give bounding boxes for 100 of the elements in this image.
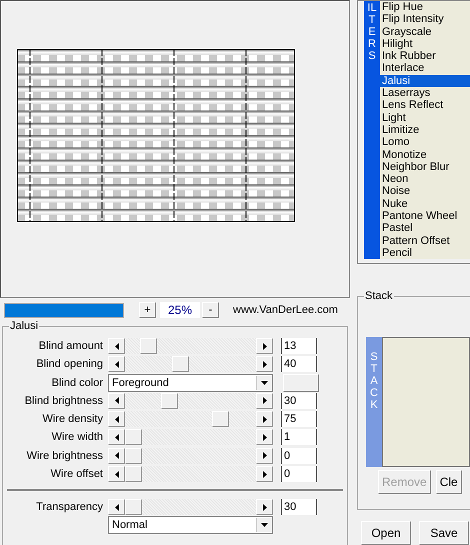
filter-item[interactable]: Interlace <box>380 62 470 75</box>
value-field[interactable]: 0 <box>281 448 317 464</box>
slider-track[interactable] <box>108 411 273 428</box>
slider-track[interactable] <box>108 429 273 446</box>
left-arrow-icon <box>114 452 118 460</box>
filter-item[interactable]: Noise <box>380 185 470 198</box>
zoom-out-button[interactable]: - <box>202 302 219 318</box>
right-arrow-icon <box>262 416 266 423</box>
scroll-left-button[interactable] <box>108 338 125 354</box>
group-title: Stack <box>364 290 394 302</box>
filter-item[interactable]: Limitize <box>380 124 470 136</box>
dialog-button[interactable]: Open <box>361 521 411 545</box>
scroll-right-button[interactable] <box>256 411 273 428</box>
value-field[interactable]: 75 <box>281 411 317 428</box>
scroll-right-button[interactable] <box>256 429 273 446</box>
scroll-right-button[interactable] <box>256 392 273 409</box>
filter-item[interactable]: Lens Reflect <box>380 99 470 112</box>
setting-label: Blind opening <box>35 358 104 370</box>
slider-track[interactable] <box>108 466 273 482</box>
filter-item[interactable]: Ink Rubber <box>380 50 470 62</box>
slider-track[interactable] <box>108 392 273 409</box>
setting-label: Wire offset <box>50 468 104 480</box>
caret-icon <box>261 523 268 528</box>
left-arrow-icon <box>114 397 118 404</box>
zoom-in-button[interactable]: + <box>139 302 156 318</box>
slider-thumb[interactable] <box>212 411 229 428</box>
filter-item[interactable]: Pattern Offset <box>380 234 470 247</box>
filter-item[interactable]: Grayscale <box>380 26 470 38</box>
filter-item[interactable]: Jalusi <box>380 74 470 88</box>
slider-thumb[interactable] <box>172 356 190 372</box>
dropdown[interactable]: Normal <box>108 516 273 534</box>
value-field[interactable]: 1 <box>281 429 317 446</box>
scroll-left-button[interactable] <box>108 411 125 428</box>
setting-label: Blind amount <box>38 340 104 352</box>
scroll-left-button[interactable] <box>108 429 125 446</box>
filter-item[interactable]: Lomo <box>380 136 470 149</box>
scroll-left-button[interactable] <box>108 499 125 516</box>
value-field[interactable]: 0 <box>281 466 317 482</box>
slider-thumb[interactable] <box>125 448 142 464</box>
value-field[interactable]: 30 <box>281 499 317 516</box>
right-arrow-icon <box>262 360 266 368</box>
scroll-right-button[interactable] <box>256 466 273 482</box>
slider-track[interactable] <box>108 356 273 372</box>
zoom-value: 25% <box>160 302 200 318</box>
stack-button[interactable]: Cle <box>436 470 462 494</box>
slider-track[interactable] <box>108 448 273 464</box>
left-arrow-icon <box>114 434 118 441</box>
value-field[interactable]: 40 <box>281 356 317 372</box>
color-swatch-button[interactable] <box>283 374 319 392</box>
left-arrow-icon <box>114 416 118 423</box>
scroll-right-button[interactable] <box>256 499 273 516</box>
right-arrow-icon <box>262 434 266 441</box>
scroll-right-button[interactable] <box>256 448 273 464</box>
setting-label: Blind brightness <box>24 394 104 407</box>
group-title: Jalusi <box>9 320 40 332</box>
left-arrow-icon <box>114 360 118 368</box>
value-field[interactable]: 30 <box>281 392 317 409</box>
left-arrow-icon <box>114 470 118 478</box>
slider-track[interactable] <box>108 499 273 516</box>
scroll-left-button[interactable] <box>108 356 125 372</box>
filter-item[interactable]: Pastel <box>380 222 470 235</box>
setting-label: Wire density <box>41 413 104 426</box>
right-arrow-icon <box>262 342 266 350</box>
slider-thumb[interactable] <box>160 392 178 409</box>
dropdown[interactable]: Foreground <box>108 374 273 392</box>
filters-side-label: ILTERS <box>364 1 380 259</box>
stack-side-label: STACK <box>366 337 382 467</box>
setting-label: Transparency <box>35 501 104 514</box>
right-arrow-icon <box>262 452 266 460</box>
scroll-left-button[interactable] <box>108 392 125 409</box>
filter-item[interactable]: Flip Hue <box>380 1 470 14</box>
slider-track[interactable] <box>108 338 273 354</box>
scroll-right-button[interactable] <box>256 356 273 372</box>
value-field[interactable]: 13 <box>281 338 317 354</box>
scroll-left-button[interactable] <box>108 466 125 482</box>
setting-label: Blind color <box>50 376 104 389</box>
filter-item[interactable]: Neighbor Blur <box>380 160 470 174</box>
filter-item[interactable]: Pantone Wheel <box>380 210 470 222</box>
right-arrow-icon <box>262 470 266 478</box>
slider-thumb[interactable] <box>140 338 157 354</box>
filter-item[interactable]: Nuke <box>380 198 470 210</box>
setting-label: Wire brightness <box>26 450 104 462</box>
slider-thumb[interactable] <box>125 499 142 516</box>
filter-item[interactable]: Flip Intensity <box>380 13 470 26</box>
filter-item[interactable]: Pencil <box>380 246 470 259</box>
setting-label: Wire width <box>50 431 104 444</box>
scroll-left-button[interactable] <box>108 448 125 464</box>
left-arrow-icon <box>114 342 118 350</box>
left-arrow-icon <box>114 504 118 511</box>
stack-list[interactable] <box>382 337 470 467</box>
filter-item[interactable]: Neon <box>380 173 470 186</box>
slider-thumb[interactable] <box>125 429 142 446</box>
filter-item[interactable]: Laserrays <box>380 87 470 100</box>
scroll-right-button[interactable] <box>256 338 273 354</box>
filter-item[interactable]: Light <box>380 112 470 124</box>
filter-item[interactable]: Monotize <box>380 148 470 161</box>
website-link[interactable]: www.VanDerLee.com <box>233 304 338 316</box>
slider-thumb[interactable] <box>125 466 142 482</box>
dialog-button[interactable]: Save <box>419 521 469 545</box>
filter-item[interactable]: Hilight <box>380 38 470 50</box>
